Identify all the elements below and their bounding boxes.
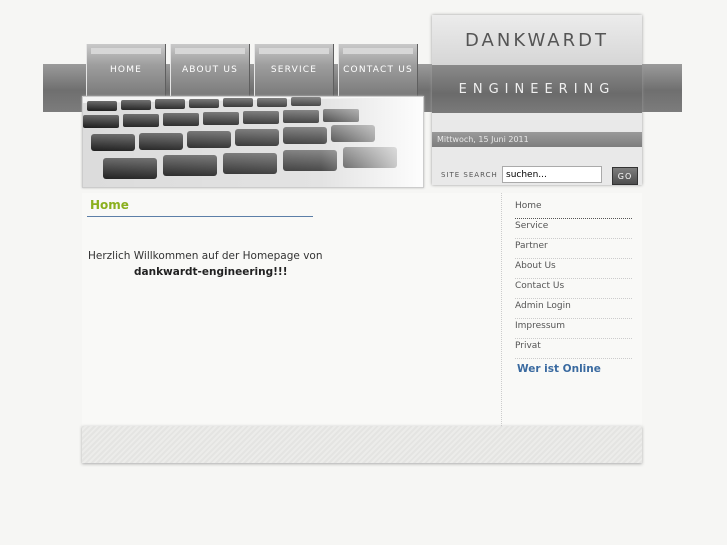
sidebar-item-contact-us[interactable]: Contact Us: [515, 279, 632, 299]
nav-tab-home[interactable]: HOME: [86, 44, 166, 96]
nav-tab-label: CONTACT US: [343, 65, 413, 75]
footer: [82, 426, 642, 463]
nav-tab-about-us[interactable]: ABOUT US: [170, 44, 250, 96]
search-label: SITE SEARCH: [441, 171, 498, 179]
sidebar-item-admin-login[interactable]: Admin Login: [515, 299, 632, 319]
page-title: Home: [90, 198, 129, 212]
logo-line-1: DANKWARDT: [432, 15, 642, 65]
sidebar-item-home[interactable]: Home: [515, 199, 632, 219]
sidebar-item-service[interactable]: Service: [515, 219, 632, 239]
date-display: Mittwoch, 15 Juni 2011: [432, 132, 642, 147]
sidebar-item-privat[interactable]: Privat: [515, 339, 632, 359]
nav-tab-label: ABOUT US: [181, 65, 239, 75]
nav-tab-label: SERVICE: [270, 65, 318, 75]
sidebar-item-about-us[interactable]: About Us: [515, 259, 632, 279]
nav-tab-label: HOME: [109, 65, 143, 75]
sidebar-divider: [501, 193, 502, 426]
welcome-site-name: dankwardt-engineering!!!: [134, 266, 288, 278]
keyboard-illustration: [83, 97, 423, 187]
sidebar-item-impressum[interactable]: Impressum: [515, 319, 632, 339]
who-is-online-heading: Wer ist Online: [517, 363, 601, 375]
search-go-button[interactable]: GO: [612, 167, 638, 185]
welcome-text: Herzlich Willkommen auf der Homepage von: [88, 250, 323, 262]
logo-panel: DANKWARDT ENGINEERING Mittwoch, 15 Juni …: [432, 15, 642, 185]
title-underline: [87, 216, 313, 217]
logo-line-2: ENGINEERING: [432, 65, 642, 113]
nav-tab-service[interactable]: SERVICE: [254, 44, 334, 96]
nav-tab-contact-us[interactable]: CONTACT US: [338, 44, 418, 96]
keyboard-banner-image: [82, 96, 424, 188]
sidebar-item-partner[interactable]: Partner: [515, 239, 632, 259]
search-input[interactable]: [502, 166, 602, 183]
